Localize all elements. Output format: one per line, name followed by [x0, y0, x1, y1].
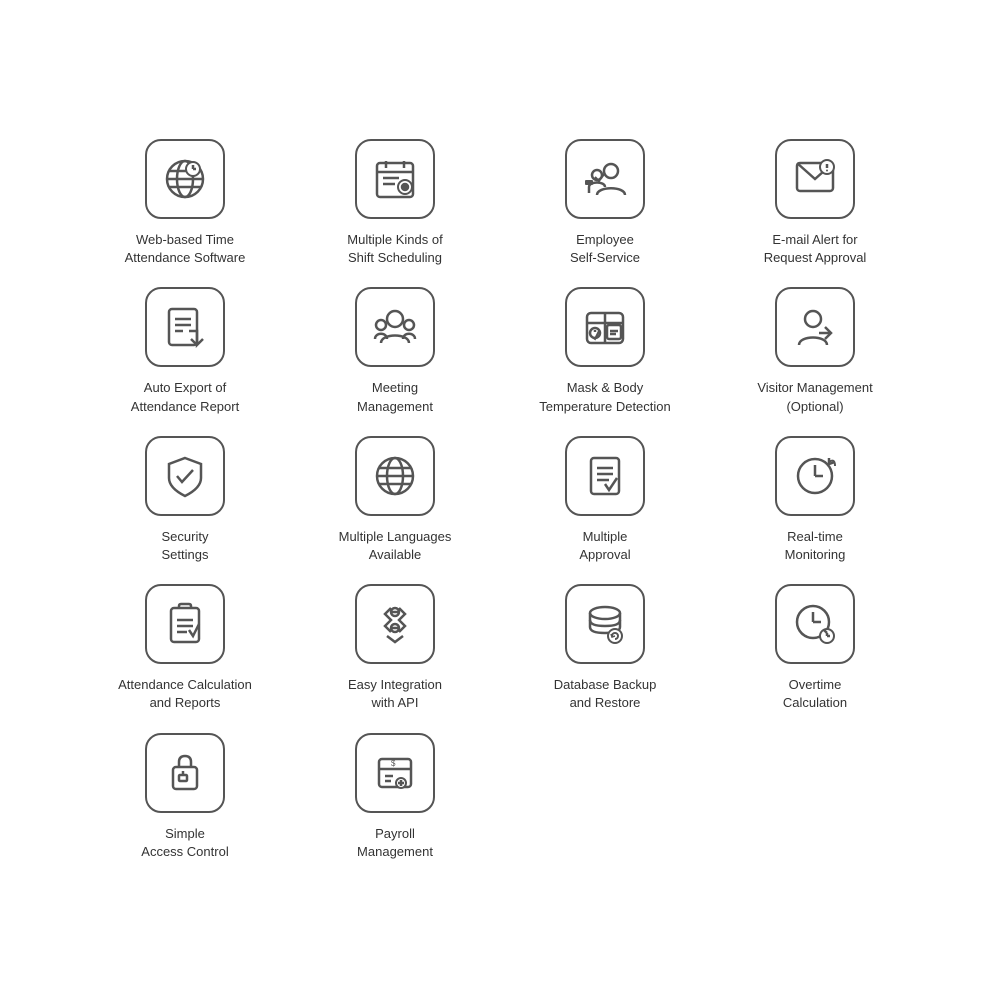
visitor-management-icon-box: [775, 287, 855, 367]
feature-simple-access: SimpleAccess Control: [85, 733, 285, 861]
meeting-management-icon: [371, 303, 419, 351]
email-alert-icon-box: [775, 139, 855, 219]
security-settings-icon-box: [145, 436, 225, 516]
mask-body-temp-icon-box: [565, 287, 645, 367]
employee-self-service-icon-box: [565, 139, 645, 219]
multiple-languages-label: Multiple LanguagesAvailable: [339, 528, 452, 564]
meeting-management-icon-box: [355, 287, 435, 367]
features-grid: Web-based TimeAttendance Software Multip…: [45, 79, 955, 921]
feature-attendance-calculation: Attendance Calculationand Reports: [85, 584, 285, 712]
auto-export-icon-box: [145, 287, 225, 367]
attendance-calculation-icon: [161, 600, 209, 648]
feature-multiple-approval: MultipleApproval: [505, 436, 705, 564]
feature-email-alert: E-mail Alert forRequest Approval: [715, 139, 915, 267]
employee-self-service-label: EmployeeSelf-Service: [570, 231, 640, 267]
mask-body-temp-label: Mask & BodyTemperature Detection: [539, 379, 671, 415]
realtime-monitoring-icon: [791, 452, 839, 500]
security-settings-label: SecuritySettings: [162, 528, 209, 564]
meeting-management-label: MeetingManagement: [357, 379, 433, 415]
easy-integration-label: Easy Integrationwith API: [348, 676, 442, 712]
web-based-time-icon-box: [145, 139, 225, 219]
easy-integration-icon: [371, 600, 419, 648]
feature-multiple-languages: Multiple LanguagesAvailable: [295, 436, 495, 564]
multiple-languages-icon: [371, 452, 419, 500]
feature-visitor-management: Visitor Management(Optional): [715, 287, 915, 415]
payroll-management-label: PayrollManagement: [357, 825, 433, 861]
database-backup-label: Database Backupand Restore: [554, 676, 657, 712]
realtime-monitoring-label: Real-timeMonitoring: [785, 528, 846, 564]
attendance-calculation-icon-box: [145, 584, 225, 664]
payroll-management-icon-box: $: [355, 733, 435, 813]
feature-payroll-management: $ PayrollManagement: [295, 733, 495, 861]
simple-access-icon-box: [145, 733, 225, 813]
overtime-calculation-icon: [791, 600, 839, 648]
feature-auto-export: Auto Export ofAttendance Report: [85, 287, 285, 415]
multiple-shift-label: Multiple Kinds ofShift Scheduling: [347, 231, 442, 267]
feature-employee-self-service: EmployeeSelf-Service: [505, 139, 705, 267]
multiple-shift-icon-box: [355, 139, 435, 219]
multiple-approval-icon-box: [565, 436, 645, 516]
svg-text:$: $: [391, 759, 396, 768]
feature-mask-body-temp: Mask & BodyTemperature Detection: [505, 287, 705, 415]
payroll-management-icon: $: [371, 749, 419, 797]
feature-realtime-monitoring: Real-timeMonitoring: [715, 436, 915, 564]
multiple-approval-label: MultipleApproval: [579, 528, 630, 564]
auto-export-label: Auto Export ofAttendance Report: [131, 379, 239, 415]
multiple-languages-icon-box: [355, 436, 435, 516]
feature-security-settings: SecuritySettings: [85, 436, 285, 564]
overtime-calculation-label: OvertimeCalculation: [783, 676, 847, 712]
web-based-time-icon: [161, 155, 209, 203]
database-backup-icon-box: [565, 584, 645, 664]
easy-integration-icon-box: [355, 584, 435, 664]
security-settings-icon: [161, 452, 209, 500]
multiple-approval-icon: [581, 452, 629, 500]
web-based-time-label: Web-based TimeAttendance Software: [125, 231, 246, 267]
visitor-management-icon: [791, 303, 839, 351]
email-alert-icon: [791, 155, 839, 203]
visitor-management-label: Visitor Management(Optional): [757, 379, 872, 415]
database-backup-icon: [581, 600, 629, 648]
feature-multiple-shift: Multiple Kinds ofShift Scheduling: [295, 139, 495, 267]
employee-self-service-icon: [581, 155, 629, 203]
overtime-calculation-icon-box: [775, 584, 855, 664]
multiple-shift-icon: [371, 155, 419, 203]
feature-easy-integration: Easy Integrationwith API: [295, 584, 495, 712]
email-alert-label: E-mail Alert forRequest Approval: [764, 231, 867, 267]
feature-overtime-calculation: OvertimeCalculation: [715, 584, 915, 712]
feature-database-backup: Database Backupand Restore: [505, 584, 705, 712]
attendance-calculation-label: Attendance Calculationand Reports: [118, 676, 252, 712]
simple-access-label: SimpleAccess Control: [141, 825, 228, 861]
feature-web-based-time: Web-based TimeAttendance Software: [85, 139, 285, 267]
simple-access-icon: [161, 749, 209, 797]
auto-export-icon: [161, 303, 209, 351]
realtime-monitoring-icon-box: [775, 436, 855, 516]
feature-meeting-management: MeetingManagement: [295, 287, 495, 415]
mask-body-temp-icon: [581, 303, 629, 351]
